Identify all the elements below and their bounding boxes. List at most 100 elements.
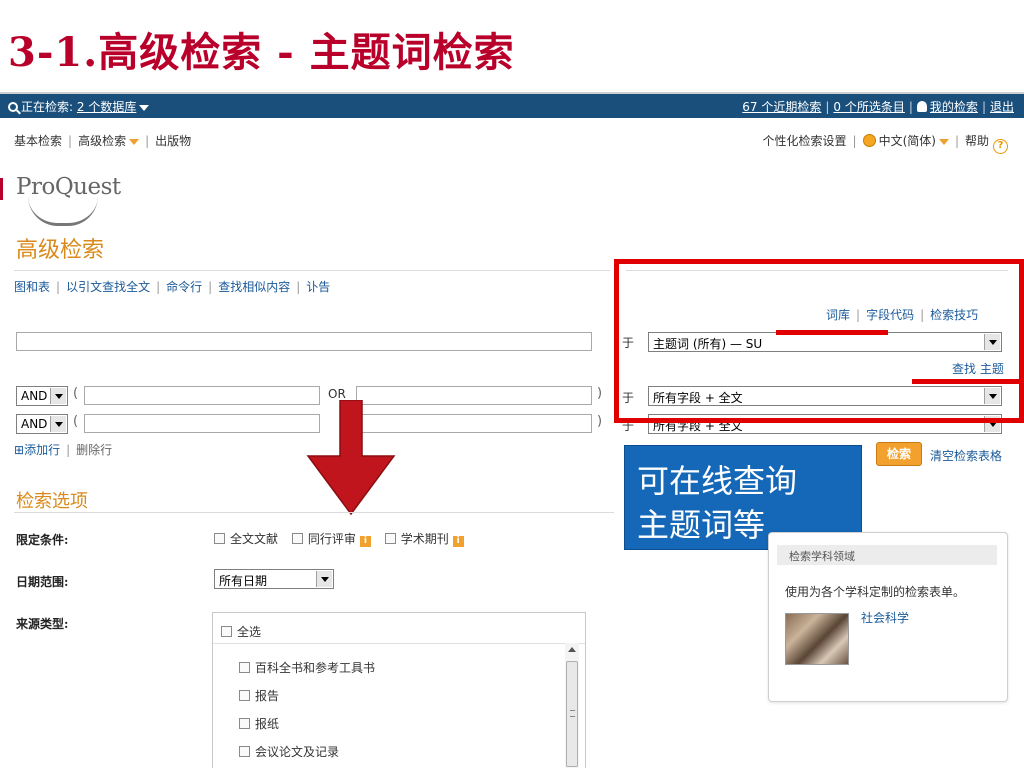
source-label: 会议论文及记录 xyxy=(255,745,340,759)
personalize-link[interactable]: 个性化检索设置 xyxy=(763,134,847,148)
source-list: 百科全书和参考工具书 报告 报纸 会议论文及记录 xyxy=(213,643,585,768)
scrollbar[interactable] xyxy=(565,643,579,768)
dropdown-arrow-icon[interactable] xyxy=(316,571,332,587)
add-row-link[interactable]: 添加行 xyxy=(24,443,60,457)
source-checkbox[interactable] xyxy=(239,746,250,757)
recent-searches-link[interactable]: 67 个近期检索 xyxy=(742,100,821,114)
select-all-checkbox[interactable] xyxy=(221,626,232,637)
limit-options: 全文文献 同行评审 i 学术期刊 i xyxy=(214,530,474,547)
separator: | xyxy=(68,134,73,148)
advanced-search-link[interactable]: 高级检索 xyxy=(78,134,126,148)
clear-form-link[interactable]: 清空检索表格 xyxy=(930,447,1002,464)
chevron-down-icon[interactable] xyxy=(139,104,150,111)
globe-icon xyxy=(862,134,876,147)
obituaries-link[interactable]: 讣告 xyxy=(306,280,330,294)
dropdown-arrow-icon[interactable] xyxy=(50,388,66,404)
row-controls: ⊞添加行 | 删除行 xyxy=(14,441,112,458)
search-input-2a[interactable] xyxy=(84,386,320,405)
language-selector[interactable]: 中文(简体) xyxy=(879,134,936,148)
date-range-select[interactable]: 所有日期 xyxy=(214,569,334,589)
dropdown-arrow-icon[interactable] xyxy=(50,416,66,432)
close-paren: ) xyxy=(597,414,603,429)
secondary-nav: 基本检索 | 高级检索 | 出版物 个性化检索设置 | 中文(简体) | 帮助? xyxy=(0,130,1024,154)
date-range-value: 所有日期 xyxy=(219,574,268,588)
divider xyxy=(14,512,614,513)
operator-value: AND xyxy=(21,389,48,403)
source-label: 报告 xyxy=(255,689,280,703)
logo-swoosh xyxy=(28,196,98,226)
highlight-box xyxy=(614,259,1024,423)
scholarly-journals-checkbox[interactable] xyxy=(384,533,396,544)
separator: | xyxy=(156,280,161,294)
basic-search-link[interactable]: 基本检索 xyxy=(14,134,62,148)
my-search-link[interactable]: 我的检索 xyxy=(930,100,978,114)
info-icon[interactable]: i xyxy=(452,536,464,547)
list-item[interactable]: 报告 xyxy=(239,687,279,704)
source-label: 百科全书和参考工具书 xyxy=(255,661,376,675)
subject-area-panel: 检索学科领域 使用为各个学科定制的检索表单。 社会科学 xyxy=(768,532,1008,702)
full-text-checkbox[interactable] xyxy=(214,533,225,544)
delete-row-link[interactable]: 删除行 xyxy=(76,443,112,457)
select-all-option[interactable]: 全选 xyxy=(221,623,261,640)
publications-link[interactable]: 出版物 xyxy=(155,134,191,148)
operator-select-3[interactable]: AND xyxy=(16,414,68,434)
plus-icon[interactable]: ⊞ xyxy=(14,443,24,457)
search-input-1[interactable] xyxy=(16,332,592,351)
select-all-label: 全选 xyxy=(237,625,262,639)
peer-reviewed-label: 同行评审 xyxy=(307,532,356,546)
separator: | xyxy=(852,134,857,148)
source-checkbox[interactable] xyxy=(239,662,250,673)
left-accent-bar xyxy=(0,178,3,200)
source-checkbox[interactable] xyxy=(239,718,250,729)
separator: | xyxy=(954,134,959,148)
source-type-panel: 全选 百科全书和参考工具书 报告 报纸 会议论文及记录 xyxy=(212,612,586,768)
scholarly-journals-label: 学术期刊 xyxy=(400,532,449,546)
annotation-arrow-icon xyxy=(306,400,396,516)
command-line-link[interactable]: 命令行 xyxy=(166,280,202,294)
selected-items-link[interactable]: 0 个所选条目 xyxy=(833,100,904,114)
source-type-label: 来源类型: xyxy=(16,617,69,631)
social-science-thumbnail[interactable] xyxy=(785,613,849,665)
search-button[interactable]: 检索 xyxy=(876,442,922,466)
help-icon[interactable]: ? xyxy=(993,139,1008,154)
separator: | xyxy=(981,100,986,114)
citation-finder-link[interactable]: 以引文查找全文 xyxy=(66,280,150,294)
highlight-underline xyxy=(776,330,888,335)
list-item[interactable]: 报纸 xyxy=(239,715,279,732)
slide-title: 3-1.高级检索 - 主题词检索 xyxy=(8,29,515,76)
scrollbar-thumb[interactable] xyxy=(566,661,578,767)
grip-icon xyxy=(570,710,575,717)
scroll-up-icon[interactable] xyxy=(568,647,576,652)
date-range-label: 日期范围: xyxy=(16,575,69,589)
separator: | xyxy=(66,443,71,457)
logout-link[interactable]: 退出 xyxy=(990,100,1014,114)
close-paren: ) xyxy=(597,386,603,401)
figures-tables-link[interactable]: 图和表 xyxy=(14,280,50,294)
operator-value: AND xyxy=(21,417,48,431)
top-bar-links: 67 个近期检索 | 0 个所选条目 | 我的检索 | 退出 xyxy=(742,98,1014,115)
help-link[interactable]: 帮助 xyxy=(965,134,989,148)
user-icon xyxy=(916,101,927,112)
highlight-underline xyxy=(912,379,1024,384)
peer-reviewed-checkbox[interactable] xyxy=(291,533,303,544)
list-item[interactable]: 百科全书和参考工具书 xyxy=(239,659,375,676)
find-similar-link[interactable]: 查找相似内容 xyxy=(218,280,290,294)
social-science-link[interactable]: 社会科学 xyxy=(861,609,909,626)
separator: | xyxy=(208,280,213,294)
chevron-down-icon[interactable] xyxy=(129,138,140,145)
databases-link[interactable]: 2 个数据库 xyxy=(77,100,136,114)
operator-select-2[interactable]: AND xyxy=(16,386,68,406)
separator: | xyxy=(56,280,61,294)
list-item[interactable]: 会议论文及记录 xyxy=(239,743,339,760)
chevron-down-icon[interactable] xyxy=(938,138,949,145)
tool-links: 图和表 | 以引文查找全文 | 命令行 | 查找相似内容 | 讣告 xyxy=(14,278,330,295)
searching-indicator: 正在检索: 2 个数据库 xyxy=(8,98,150,115)
search-input-3a[interactable] xyxy=(84,414,320,433)
source-checkbox[interactable] xyxy=(239,690,250,701)
page-title: 高级检索 xyxy=(16,238,105,263)
info-icon[interactable]: i xyxy=(359,536,371,547)
separator: | xyxy=(296,280,301,294)
slide-title-area: 3-1.高级检索 - 主题词检索 xyxy=(0,0,1024,92)
separator: | xyxy=(145,134,150,148)
separator: | xyxy=(908,100,913,114)
